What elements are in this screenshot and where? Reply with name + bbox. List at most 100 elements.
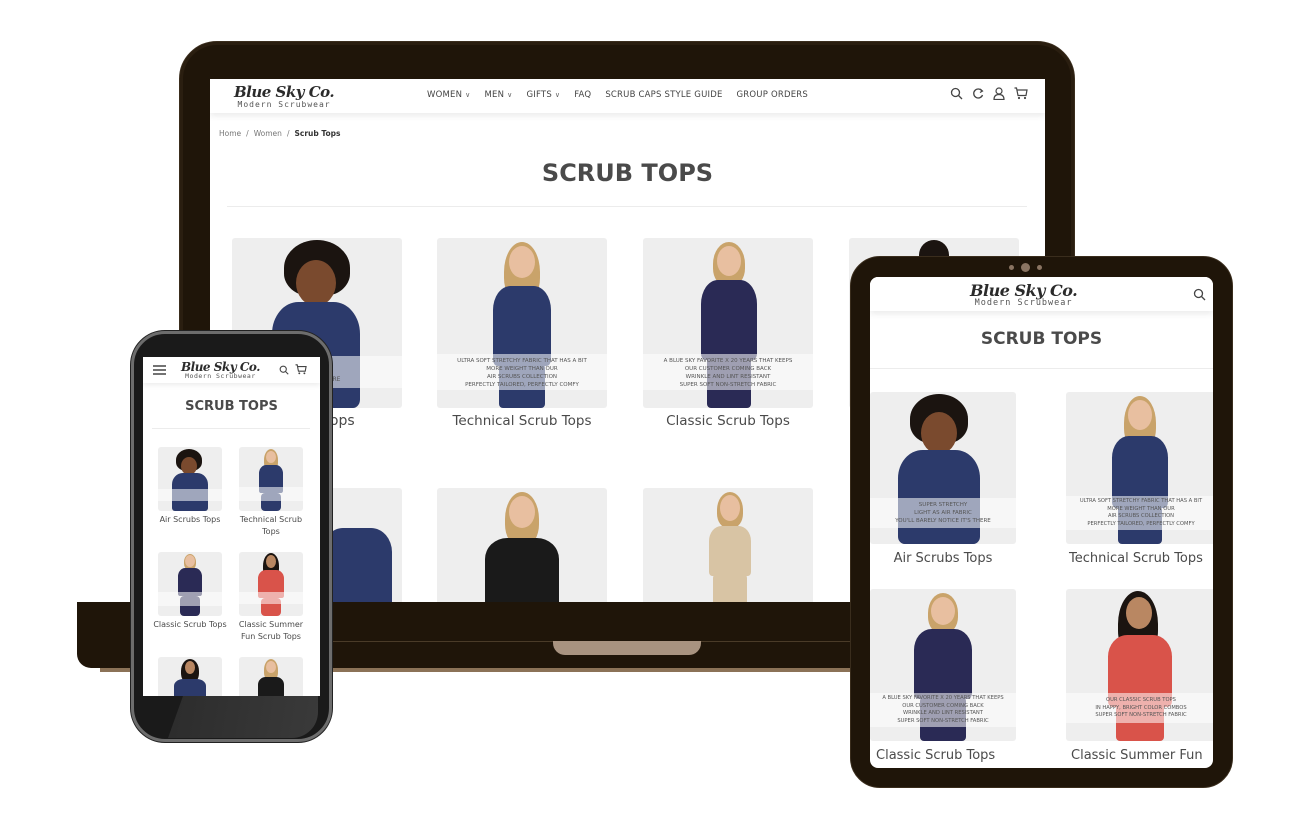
tablet-camera xyxy=(1021,263,1030,272)
search-icon[interactable] xyxy=(279,365,289,375)
nav-women[interactable]: WOMEN ∨ xyxy=(427,90,471,100)
product-name-air-scrubs[interactable]: Air Scrubs Tops xyxy=(870,551,1016,566)
chevron-down-icon: ∨ xyxy=(465,91,471,99)
caption-line: WRINKLE AND LINT RESISTANT xyxy=(685,374,771,380)
brand-logo[interactable]: Blue Sky Co. Modern Scrubwear xyxy=(970,281,1078,308)
title-divider xyxy=(227,206,1027,207)
caption-line: IN HAPPY, BRIGHT COLOR COMBOS xyxy=(1095,704,1187,711)
product-image-row2-3[interactable] xyxy=(643,488,813,602)
nav-gifts-label: GIFTS xyxy=(526,90,552,100)
caption-line: MORE WEIGHT THAN OUR xyxy=(1107,505,1175,512)
product-image-classic[interactable] xyxy=(158,552,222,616)
product-image-row3-2[interactable] xyxy=(239,657,303,696)
product-image-summer-fun[interactable] xyxy=(239,552,303,616)
title-divider xyxy=(870,368,1213,369)
nav-faq[interactable]: FAQ xyxy=(574,90,591,100)
product-image-classic[interactable]: A BLUE SKY FAVORITE X 20 YEARS THAT KEEP… xyxy=(870,589,1016,741)
product-caption xyxy=(158,489,222,501)
logo-sub-text: Modern Scrubwear xyxy=(185,372,256,380)
device-mockup-stage: Blue Sky Co. Modern Scrubwear WOMEN ∨ MEN… xyxy=(0,0,1293,825)
laptop-trackpad-notch xyxy=(553,641,701,655)
product-image-row3-1[interactable] xyxy=(158,657,222,696)
caption-line: OUR CUSTOMER COMING BACK xyxy=(902,702,984,709)
chevron-down-icon: ∨ xyxy=(554,91,561,99)
search-icon[interactable] xyxy=(950,87,963,100)
search-icon[interactable] xyxy=(1193,288,1206,301)
logo-main-text: Blue Sky Co. xyxy=(970,281,1078,300)
caption-line: YOU'LL BARELY NOTICE IT'S THERE xyxy=(895,518,991,524)
product-image-classic[interactable]: A BLUE SKY FAVORITE X 20 YEARS THAT KEEP… xyxy=(643,238,813,408)
product-name-air-scrubs[interactable]: Air Scrubs Tops xyxy=(153,514,227,526)
breadcrumb: Home / Women / Scrub Tops xyxy=(219,129,340,138)
product-name-classic[interactable]: Classic Scrub Tops xyxy=(870,748,1016,763)
product-name-technical[interactable]: Technical Scrub Tops xyxy=(233,514,309,538)
cart-icon[interactable] xyxy=(295,364,307,375)
nav-scrub-caps-style-guide[interactable]: SCRUB CAPS STYLE GUIDE xyxy=(605,90,722,100)
phone-screen: Blue Sky Co. Modern Scrubwear SCRUB TOPS… xyxy=(143,357,320,696)
caption-line: A BLUE SKY FAVORITE X 20 YEARS THAT KEEP… xyxy=(882,695,1004,701)
caption-line: SUPER SOFT NON-STRETCH FABRIC xyxy=(897,717,989,724)
caption-line: ULTRA SOFT STRETCHY FABRIC THAT HAS A BI… xyxy=(1079,498,1203,504)
page-title: SCRUB TOPS xyxy=(541,159,714,187)
brand-logo[interactable]: Blue Sky Co. Modern Scrubwear xyxy=(234,83,335,109)
caption-line: AIR SCRUBS COLLECTION xyxy=(486,374,558,380)
brand-logo[interactable]: Blue Sky Co. Modern Scrubwear xyxy=(181,361,260,380)
product-image-air-scrubs[interactable] xyxy=(158,447,222,511)
account-icon[interactable] xyxy=(993,87,1005,100)
product-image-technical[interactable]: ULTRA SOFT STRETCHY FABRIC THAT HAS A BI… xyxy=(1066,392,1213,544)
tablet-sensor xyxy=(1037,265,1042,270)
tablet-site-header: Blue Sky Co. Modern Scrubwear xyxy=(870,277,1213,311)
nav-men[interactable]: MEN ∨ xyxy=(485,90,513,100)
product-image-air-scrubs[interactable]: SUPER STRETCHY LIGHT AS AIR FABRIC YOU'L… xyxy=(870,392,1016,544)
phone-site-header: Blue Sky Co. Modern Scrubwear xyxy=(143,357,320,383)
product-caption: A BLUE SKY FAVORITE X 20 YEARS THAT KEEP… xyxy=(643,354,813,390)
title-divider xyxy=(152,428,310,429)
caption-line: SUPER SOFT NON-STRETCH FABRIC xyxy=(1095,712,1187,718)
page-title: SCRUB TOPS xyxy=(980,329,1103,349)
product-caption: SUPER STRETCHY LIGHT AS AIR FABRIC YOU'L… xyxy=(870,498,1016,528)
caption-line: PERFECTLY TAILORED, PERFECTLY COMFY xyxy=(465,382,579,388)
caption-line: SUPER SOFT NON-STRETCH FABRIC xyxy=(679,382,777,388)
product-caption: A BLUE SKY FAVORITE X 20 YEARS THAT KEEP… xyxy=(870,693,1016,727)
caption-line: PERFECTLY TAILORED, PERFECTLY COMFY xyxy=(1087,520,1195,527)
menu-icon[interactable] xyxy=(153,365,166,375)
caption-line: ULTRA SOFT STRETCHY FABRIC THAT HAS A BI… xyxy=(457,358,587,364)
refresh-icon[interactable] xyxy=(972,87,984,100)
product-image-row2-2[interactable] xyxy=(437,488,607,602)
breadcrumb-women[interactable]: Women xyxy=(254,129,282,138)
caption-line: MORE WEIGHT THAN OUR xyxy=(486,366,558,372)
product-name-classic[interactable]: Classic Scrub Tops xyxy=(643,413,813,429)
product-name-technical[interactable]: Technical Scrub Tops xyxy=(437,413,607,429)
caption-line: SUPER STRETCHY xyxy=(918,502,968,508)
product-name-classic[interactable]: Classic Scrub Tops xyxy=(153,619,227,631)
product-image-technical[interactable]: ULTRA SOFT STRETCHY FABRIC THAT HAS A BI… xyxy=(437,238,607,408)
caption-line: AIR SCRUBS COLLECTION xyxy=(1107,513,1175,519)
breadcrumb-home[interactable]: Home xyxy=(219,129,241,138)
caption-line: WRINKLE AND LINT RESISTANT xyxy=(903,710,983,716)
site-header: Blue Sky Co. Modern Scrubwear WOMEN ∨ MEN… xyxy=(210,79,1045,113)
product-caption: ULTRA SOFT STRETCHY FABRIC THAT HAS A BI… xyxy=(437,354,607,390)
breadcrumb-current: Scrub Tops xyxy=(294,129,341,138)
caption-line: OUR CUSTOMER COMING BACK xyxy=(684,366,772,372)
nav-group-orders[interactable]: GROUP ORDERS xyxy=(737,90,808,100)
product-name-summer-fun[interactable]: Classic Summer Fun xyxy=(1066,748,1213,763)
page-title: SCRUB TOPS xyxy=(185,399,278,414)
product-image-summer-fun[interactable]: OUR CLASSIC SCRUB TOPS IN HAPPY, BRIGHT … xyxy=(1066,589,1213,741)
cart-icon[interactable] xyxy=(1014,87,1028,100)
logo-sub-text: Modern Scrubwear xyxy=(974,298,1073,308)
product-caption xyxy=(158,592,222,606)
nav-men-label: MEN xyxy=(484,90,505,100)
caption-line: A BLUE SKY FAVORITE X 20 YEARS THAT KEEP… xyxy=(663,358,793,364)
header-icons xyxy=(950,87,1028,100)
caption-line: OUR CLASSIC SCRUB TOPS xyxy=(1106,697,1176,703)
main-nav: WOMEN ∨ MEN ∨ GIFTS ∨ FAQ SCRUB CAPS STYLE … xyxy=(427,90,808,100)
caption-line: LIGHT AS AIR FABRIC xyxy=(914,510,972,516)
nav-gifts[interactable]: GIFTS ∨ xyxy=(527,90,561,100)
product-name-summer-fun[interactable]: Classic Summer Fun Scrub Tops xyxy=(233,619,309,643)
logo-main-text: Blue Sky Co. xyxy=(234,83,335,101)
product-image-technical[interactable] xyxy=(239,447,303,511)
logo-sub-text: Modern Scrubwear xyxy=(237,100,331,109)
product-name-technical[interactable]: Technical Scrub Tops xyxy=(1066,551,1213,566)
product-caption xyxy=(239,487,303,501)
chevron-down-icon: ∨ xyxy=(507,91,513,99)
